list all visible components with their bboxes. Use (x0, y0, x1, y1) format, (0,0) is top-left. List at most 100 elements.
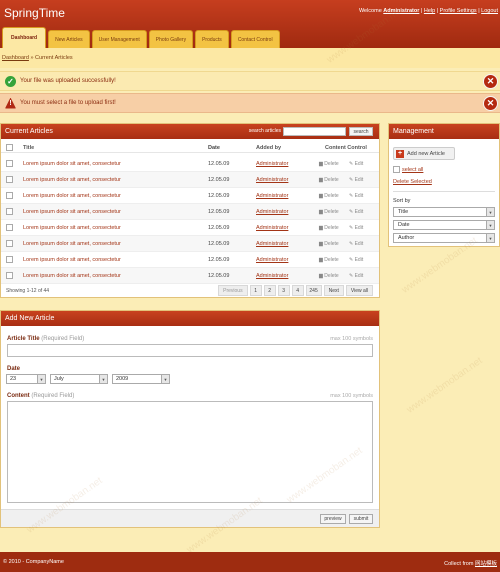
logout-link[interactable]: Logout (481, 8, 498, 14)
close-success-button[interactable]: ✕ (483, 73, 498, 89)
article-title-link[interactable]: Lorem ipsum dolor sit amet, consectetur (23, 209, 121, 215)
added-by-link[interactable]: Administrator (256, 225, 288, 231)
page-245-button[interactable]: 245 (305, 285, 322, 296)
edit-button[interactable]: ✎ Edit (349, 273, 363, 279)
article-title-link[interactable]: Lorem ipsum dolor sit amet, consectetur (23, 273, 121, 279)
next-page-button[interactable]: Next (323, 285, 344, 296)
edit-button[interactable]: ✎ Edit (349, 161, 363, 167)
submit-button[interactable]: submit (349, 514, 373, 524)
article-title-link[interactable]: Lorem ipsum dolor sit amet, consectetur (23, 257, 121, 263)
tab-photo-gallery[interactable]: Photo Gallery (148, 30, 194, 48)
date-label: Date (7, 366, 21, 372)
sort-select-title[interactable]: Title ▼ (393, 207, 495, 217)
delete-button[interactable]: ▆ Delete (319, 225, 339, 231)
page-2-button[interactable]: 2 (263, 285, 276, 296)
edit-label: Edit (354, 177, 364, 183)
main-tabs: Dashboard New Articles User Management P… (0, 27, 280, 48)
chevron-down-icon: ▼ (486, 208, 494, 216)
delete-selected-link[interactable]: Delete Selected (393, 179, 432, 185)
added-by-link[interactable]: Administrator (256, 209, 288, 215)
article-title-link[interactable]: Lorem ipsum dolor sit amet, consectetur (23, 161, 121, 167)
year-select[interactable]: 2009 ▼ (112, 374, 170, 384)
edit-label: Edit (354, 225, 364, 231)
added-by-link[interactable]: Administrator (256, 273, 288, 279)
delete-button[interactable]: ▆ Delete (319, 257, 339, 263)
content-label: Content (Required Field) (7, 393, 74, 399)
added-by-link[interactable]: Administrator (256, 193, 288, 199)
search-input[interactable] (283, 127, 346, 136)
day-select[interactable]: 23 ▼ (6, 374, 46, 384)
profile-settings-link[interactable]: Profile Settings (440, 8, 477, 14)
row-checkbox[interactable] (6, 176, 13, 183)
added-by-link[interactable]: Administrator (256, 257, 288, 263)
edit-button[interactable]: ✎ Edit (349, 209, 363, 215)
article-title-link[interactable]: Lorem ipsum dolor sit amet, consectetur (23, 193, 121, 199)
row-checkbox[interactable] (6, 272, 13, 279)
tab-products[interactable]: Products (195, 30, 229, 48)
preview-button[interactable]: preview (320, 514, 346, 524)
table-row: Lorem ipsum dolor sit amet, consectetur 1… (1, 204, 379, 220)
edit-label: Edit (354, 257, 364, 263)
help-link[interactable]: Help (424, 8, 435, 14)
sort-option-author: Author (398, 235, 415, 241)
select-all-link[interactable]: select all (402, 167, 423, 173)
page-3-button[interactable]: 3 (277, 285, 290, 296)
page-1-button[interactable]: 1 (249, 285, 262, 296)
edit-button[interactable]: ✎ Edit (349, 225, 363, 231)
delete-button[interactable]: ▆ Delete (319, 209, 339, 215)
article-title-link[interactable]: Lorem ipsum dolor sit amet, consectetur (23, 241, 121, 247)
table-row: Lorem ipsum dolor sit amet, consectetur 1… (1, 188, 379, 204)
sort-by-label: Sort by (393, 198, 411, 204)
article-date: 12.05.09 (208, 225, 230, 231)
chevron-down-icon: ▼ (37, 375, 45, 383)
content-text: Content (7, 393, 30, 399)
sort-select-date[interactable]: Date ▼ (393, 220, 495, 230)
article-title-input[interactable] (7, 344, 373, 357)
previous-page-button[interactable]: Previous (218, 285, 248, 296)
add-article-button[interactable]: + Add new Article (393, 147, 455, 160)
edit-button[interactable]: ✎ Edit (349, 193, 363, 199)
article-date: 12.05.09 (208, 177, 230, 183)
sort-select-author[interactable]: Author ▼ (393, 233, 495, 243)
app-logo[interactable]: SpringTime (4, 6, 65, 20)
row-checkbox[interactable] (6, 240, 13, 247)
row-checkbox[interactable] (6, 160, 13, 167)
tab-dashboard[interactable]: Dashboard (2, 27, 47, 48)
row-checkbox[interactable] (6, 208, 13, 215)
row-checkbox[interactable] (6, 224, 13, 231)
page-4-button[interactable]: 4 (291, 285, 304, 296)
edit-button[interactable]: ✎ Edit (349, 257, 363, 263)
required-note: (Required Field) (31, 393, 75, 399)
row-checkbox[interactable] (6, 192, 13, 199)
row-checkbox[interactable] (6, 256, 13, 263)
content-textarea[interactable] (7, 401, 373, 503)
delete-button[interactable]: ▆ Delete (319, 193, 339, 199)
select-all-checkbox-mgmt[interactable] (393, 166, 400, 173)
article-date: 12.05.09 (208, 273, 230, 279)
close-error-button[interactable]: ✕ (483, 95, 498, 111)
tab-contact-control[interactable]: Contact Control (230, 30, 280, 48)
edit-button[interactable]: ✎ Edit (349, 241, 363, 247)
edit-button[interactable]: ✎ Edit (349, 177, 363, 183)
delete-button[interactable]: ▆ Delete (319, 273, 339, 279)
month-select[interactable]: July ▼ (50, 374, 108, 384)
delete-button[interactable]: ▆ Delete (319, 241, 339, 247)
delete-button[interactable]: ▆ Delete (319, 161, 339, 167)
plus-icon: + (396, 149, 404, 158)
search-button[interactable]: search (349, 127, 373, 136)
select-all-checkbox[interactable] (6, 144, 13, 151)
added-by-link[interactable]: Administrator (256, 161, 288, 167)
breadcrumb-home[interactable]: Dashboard (2, 55, 29, 61)
credit-link[interactable]: 网站模板 (475, 561, 497, 567)
view-all-button[interactable]: View all (345, 285, 373, 296)
added-by-link[interactable]: Administrator (256, 177, 288, 183)
tab-new-articles[interactable]: New Articles (48, 30, 90, 48)
delete-label: Delete (324, 273, 339, 279)
user-name[interactable]: Administrator (383, 8, 419, 14)
delete-button[interactable]: ▆ Delete (319, 177, 339, 183)
breadcrumb-bar (0, 48, 500, 68)
article-title-link[interactable]: Lorem ipsum dolor sit amet, consectetur (23, 225, 121, 231)
article-title-link[interactable]: Lorem ipsum dolor sit amet, consectetur (23, 177, 121, 183)
added-by-link[interactable]: Administrator (256, 241, 288, 247)
tab-user-management[interactable]: User Management (91, 30, 147, 48)
